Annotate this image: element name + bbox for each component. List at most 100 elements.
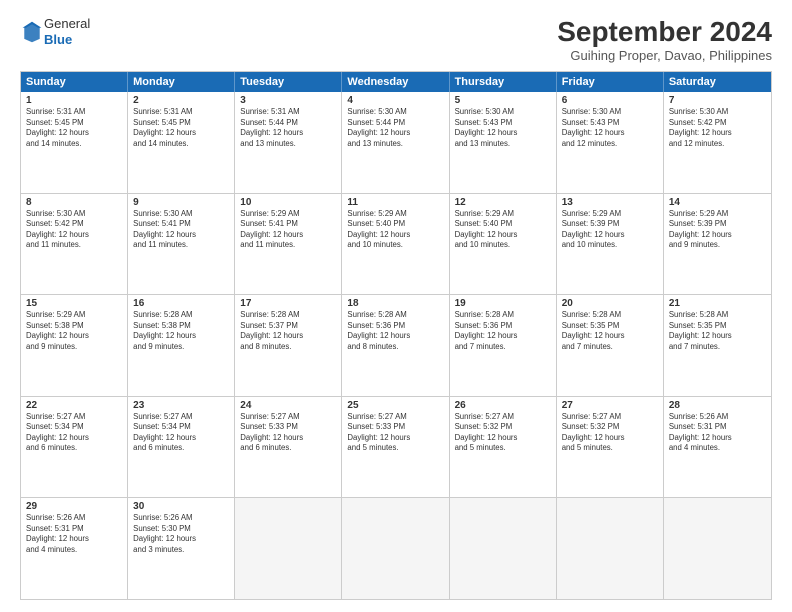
day-number: 11 xyxy=(347,197,443,208)
day-number: 12 xyxy=(455,197,551,208)
cell-info: Daylight: 12 hours xyxy=(455,128,551,139)
calendar-cell: 20Sunrise: 5:28 AMSunset: 5:35 PMDayligh… xyxy=(557,295,664,396)
cell-info: Daylight: 12 hours xyxy=(240,433,336,444)
cell-info: and 14 minutes. xyxy=(26,139,122,150)
day-number: 28 xyxy=(669,400,766,411)
cell-info: Sunset: 5:32 PM xyxy=(455,422,551,433)
cell-info: Sunrise: 5:31 AM xyxy=(26,107,122,118)
cell-info: Sunrise: 5:30 AM xyxy=(669,107,766,118)
cell-info: and 12 minutes. xyxy=(562,139,658,150)
cell-info: Sunrise: 5:31 AM xyxy=(133,107,229,118)
day-number: 22 xyxy=(26,400,122,411)
cell-info: and 8 minutes. xyxy=(240,342,336,353)
cell-info: Daylight: 12 hours xyxy=(562,331,658,342)
cell-info: and 10 minutes. xyxy=(562,240,658,251)
calendar-cell: 13Sunrise: 5:29 AMSunset: 5:39 PMDayligh… xyxy=(557,194,664,295)
cell-info: Sunset: 5:30 PM xyxy=(133,524,229,535)
cell-info: Daylight: 12 hours xyxy=(133,128,229,139)
cell-info: Sunset: 5:39 PM xyxy=(562,219,658,230)
calendar-cell: 16Sunrise: 5:28 AMSunset: 5:38 PMDayligh… xyxy=(128,295,235,396)
calendar-row: 1Sunrise: 5:31 AMSunset: 5:45 PMDaylight… xyxy=(21,92,771,194)
calendar-cell: 3Sunrise: 5:31 AMSunset: 5:44 PMDaylight… xyxy=(235,92,342,193)
cell-info: Sunrise: 5:28 AM xyxy=(562,310,658,321)
cell-info: and 7 minutes. xyxy=(562,342,658,353)
day-number: 8 xyxy=(26,197,122,208)
cell-info: Daylight: 12 hours xyxy=(26,128,122,139)
cell-info: Sunrise: 5:27 AM xyxy=(347,412,443,423)
calendar-row: 22Sunrise: 5:27 AMSunset: 5:34 PMDayligh… xyxy=(21,397,771,499)
calendar-cell xyxy=(450,498,557,599)
day-number: 19 xyxy=(455,298,551,309)
cell-info: and 10 minutes. xyxy=(455,240,551,251)
cell-info: Daylight: 12 hours xyxy=(240,230,336,241)
cell-info: Sunrise: 5:28 AM xyxy=(455,310,551,321)
cell-info: Sunset: 5:33 PM xyxy=(240,422,336,433)
cell-info: and 12 minutes. xyxy=(669,139,766,150)
day-number: 23 xyxy=(133,400,229,411)
cell-info: and 4 minutes. xyxy=(26,545,122,556)
calendar-cell: 18Sunrise: 5:28 AMSunset: 5:36 PMDayligh… xyxy=(342,295,449,396)
cell-info: and 8 minutes. xyxy=(347,342,443,353)
day-number: 27 xyxy=(562,400,658,411)
calendar-cell: 7Sunrise: 5:30 AMSunset: 5:42 PMDaylight… xyxy=(664,92,771,193)
cell-info: Sunset: 5:45 PM xyxy=(133,118,229,129)
cell-info: and 9 minutes. xyxy=(669,240,766,251)
cell-info: Daylight: 12 hours xyxy=(347,331,443,342)
calendar-row: 15Sunrise: 5:29 AMSunset: 5:38 PMDayligh… xyxy=(21,295,771,397)
cell-info: Sunset: 5:43 PM xyxy=(562,118,658,129)
cell-info: Sunset: 5:41 PM xyxy=(240,219,336,230)
cell-info: Sunrise: 5:27 AM xyxy=(562,412,658,423)
cell-info: Daylight: 12 hours xyxy=(133,534,229,545)
cell-info: and 11 minutes. xyxy=(133,240,229,251)
cell-info: Sunset: 5:42 PM xyxy=(26,219,122,230)
cell-info: Sunrise: 5:30 AM xyxy=(455,107,551,118)
cell-info: Daylight: 12 hours xyxy=(562,128,658,139)
cell-info: Sunrise: 5:30 AM xyxy=(26,209,122,220)
calendar-cell: 19Sunrise: 5:28 AMSunset: 5:36 PMDayligh… xyxy=(450,295,557,396)
calendar-cell: 2Sunrise: 5:31 AMSunset: 5:45 PMDaylight… xyxy=(128,92,235,193)
calendar-cell: 25Sunrise: 5:27 AMSunset: 5:33 PMDayligh… xyxy=(342,397,449,498)
cell-info: and 7 minutes. xyxy=(669,342,766,353)
cell-info: and 7 minutes. xyxy=(455,342,551,353)
cell-info: Daylight: 12 hours xyxy=(562,433,658,444)
day-number: 3 xyxy=(240,95,336,106)
calendar-cell: 10Sunrise: 5:29 AMSunset: 5:41 PMDayligh… xyxy=(235,194,342,295)
calendar-cell: 29Sunrise: 5:26 AMSunset: 5:31 PMDayligh… xyxy=(21,498,128,599)
day-number: 9 xyxy=(133,197,229,208)
cell-info: Sunrise: 5:29 AM xyxy=(240,209,336,220)
day-number: 26 xyxy=(455,400,551,411)
cell-info: Daylight: 12 hours xyxy=(240,331,336,342)
day-number: 17 xyxy=(240,298,336,309)
cell-info: and 13 minutes. xyxy=(455,139,551,150)
calendar-cell: 14Sunrise: 5:29 AMSunset: 5:39 PMDayligh… xyxy=(664,194,771,295)
page: General Blue September 2024 Guihing Prop… xyxy=(0,0,792,612)
cell-info: Daylight: 12 hours xyxy=(240,128,336,139)
title-area: September 2024 Guihing Proper, Davao, Ph… xyxy=(557,16,772,63)
cell-info: Sunset: 5:35 PM xyxy=(562,321,658,332)
calendar-cell: 12Sunrise: 5:29 AMSunset: 5:40 PMDayligh… xyxy=(450,194,557,295)
header-tuesday: Tuesday xyxy=(235,72,342,92)
cell-info: and 5 minutes. xyxy=(562,443,658,454)
cell-info: Daylight: 12 hours xyxy=(133,433,229,444)
cell-info: Sunset: 5:31 PM xyxy=(669,422,766,433)
cell-info: and 6 minutes. xyxy=(240,443,336,454)
cell-info: and 3 minutes. xyxy=(133,545,229,556)
cell-info: Sunrise: 5:27 AM xyxy=(455,412,551,423)
cell-info: Sunrise: 5:28 AM xyxy=(240,310,336,321)
location-subtitle: Guihing Proper, Davao, Philippines xyxy=(557,48,772,63)
header-sunday: Sunday xyxy=(21,72,128,92)
cell-info: Daylight: 12 hours xyxy=(347,128,443,139)
cell-info: Daylight: 12 hours xyxy=(347,433,443,444)
cell-info: Sunset: 5:31 PM xyxy=(26,524,122,535)
cell-info: Sunrise: 5:27 AM xyxy=(240,412,336,423)
cell-info: Sunset: 5:41 PM xyxy=(133,219,229,230)
cell-info: Sunrise: 5:28 AM xyxy=(669,310,766,321)
cell-info: Daylight: 12 hours xyxy=(669,128,766,139)
day-number: 24 xyxy=(240,400,336,411)
calendar-row: 29Sunrise: 5:26 AMSunset: 5:31 PMDayligh… xyxy=(21,498,771,599)
cell-info: Daylight: 12 hours xyxy=(669,433,766,444)
calendar-cell xyxy=(342,498,449,599)
calendar-cell: 6Sunrise: 5:30 AMSunset: 5:43 PMDaylight… xyxy=(557,92,664,193)
header-friday: Friday xyxy=(557,72,664,92)
calendar-cell: 22Sunrise: 5:27 AMSunset: 5:34 PMDayligh… xyxy=(21,397,128,498)
